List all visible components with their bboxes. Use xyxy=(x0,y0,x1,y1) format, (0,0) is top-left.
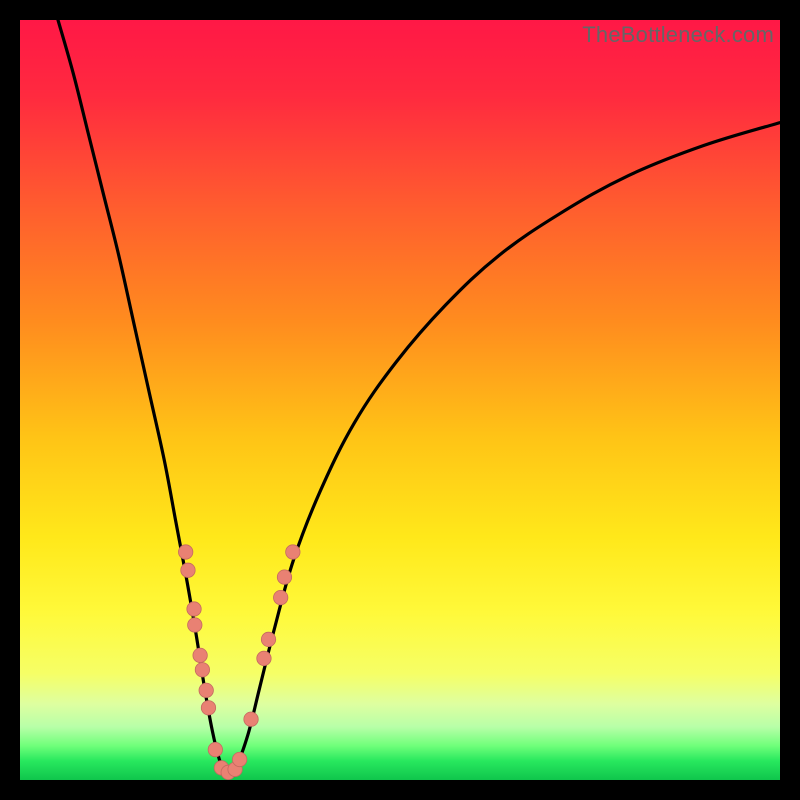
bottleneck-chart xyxy=(20,20,780,780)
data-marker xyxy=(286,545,300,559)
data-marker xyxy=(188,618,202,632)
data-marker xyxy=(193,648,207,662)
data-marker xyxy=(208,742,222,756)
data-marker xyxy=(277,570,291,584)
data-marker xyxy=(261,632,275,646)
data-marker xyxy=(273,590,287,604)
chart-frame: TheBottleneck.com xyxy=(20,20,780,780)
data-marker xyxy=(201,701,215,715)
data-marker xyxy=(187,602,201,616)
gradient-background xyxy=(20,20,780,780)
data-marker xyxy=(257,651,271,665)
watermark-text: TheBottleneck.com xyxy=(582,22,774,48)
data-marker xyxy=(181,563,195,577)
data-marker xyxy=(244,712,258,726)
data-marker xyxy=(199,683,213,697)
data-marker xyxy=(195,663,209,677)
data-marker xyxy=(232,752,246,766)
data-marker xyxy=(178,545,192,559)
